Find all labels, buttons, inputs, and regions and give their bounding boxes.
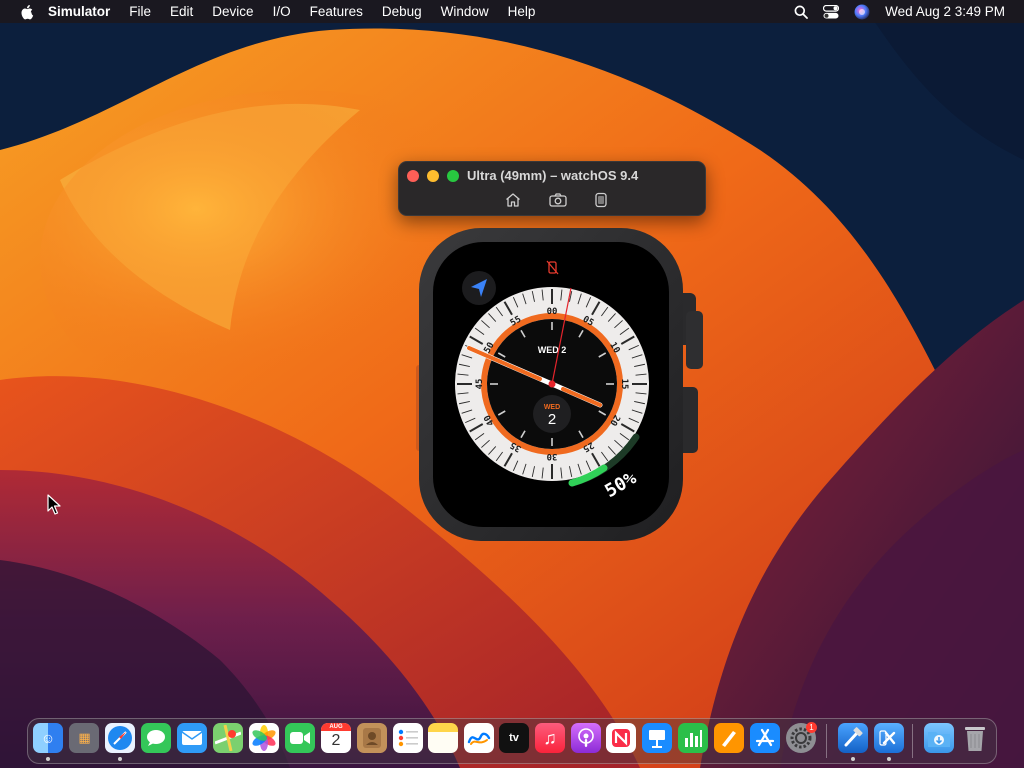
calendar-day-label: 2 (331, 732, 341, 749)
contacts-icon (363, 728, 381, 748)
dock-running-indicator (118, 757, 122, 761)
menu-help[interactable]: Help (508, 4, 536, 19)
dock-running-indicator (851, 757, 855, 761)
dock-maps[interactable] (213, 723, 243, 753)
dock-xcode[interactable] (838, 723, 868, 753)
freeform-icon (467, 732, 491, 745)
dock-numbers[interactable] (678, 723, 708, 753)
screenshot-icon[interactable] (549, 192, 567, 208)
dock-separator (912, 724, 913, 758)
dock-safari[interactable] (105, 723, 135, 753)
pages-icon (722, 731, 736, 747)
apple-icon[interactable] (19, 4, 34, 20)
bezel-number: 15 (619, 379, 629, 390)
dock-facetime[interactable] (285, 723, 315, 753)
siri-icon[interactable] (854, 4, 870, 20)
date-complication[interactable]: WED 2 (533, 395, 571, 433)
keynote-icon (649, 730, 665, 748)
facetime-icon (290, 732, 310, 744)
launchpad-icon: ▦ (78, 730, 90, 745)
simulator-window-toolbar[interactable]: Ultra (49mm) – watchOS 9.4 (398, 161, 706, 216)
music-icon: ♫ (543, 727, 557, 748)
dock-podcasts[interactable] (571, 723, 601, 753)
tv-icon: tv (509, 732, 519, 744)
window-zoom-button[interactable] (447, 170, 459, 182)
dock-downloads[interactable] (924, 723, 954, 753)
dock-finder[interactable]: ☺ (33, 723, 63, 753)
dock-launchpad[interactable]: ▦ (69, 723, 99, 753)
home-icon[interactable] (504, 192, 522, 208)
calendar-month-label: AUG (321, 723, 351, 731)
menu-edit[interactable]: Edit (170, 4, 193, 19)
safari-icon (108, 726, 132, 750)
window-minimize-button[interactable] (427, 170, 439, 182)
bezel-number: 30 (547, 451, 558, 461)
hand-pivot (548, 380, 556, 388)
numbers-icon (685, 730, 702, 747)
downloads-folder-icon (928, 732, 950, 747)
menu-device[interactable]: Device (212, 4, 253, 19)
dock-simulator[interactable] (874, 723, 904, 753)
control-center-icon[interactable] (823, 4, 840, 19)
rotate-icon[interactable] (592, 192, 610, 208)
dock-running-indicator (46, 757, 50, 761)
date-complication-number: 2 (548, 411, 556, 428)
window-close-button[interactable] (407, 170, 419, 182)
maps-icon (215, 725, 241, 751)
simulator-icon (879, 730, 896, 746)
reminders-icon (398, 729, 418, 747)
dock-separator (826, 724, 827, 758)
menu-features[interactable]: Features (310, 4, 363, 19)
location-complication[interactable] (462, 271, 496, 305)
dock-contacts[interactable] (357, 723, 387, 753)
spotlight-search-icon[interactable] (794, 5, 809, 19)
menu-file[interactable]: File (129, 4, 151, 19)
apple-watch-ultra: 000510152025303540455055 WED 2 WED 2 50% (416, 228, 703, 541)
bezel-number: 00 (547, 307, 558, 317)
date-complication-day: WED (544, 404, 560, 411)
dock-keynote[interactable] (642, 723, 672, 753)
messages-icon (147, 730, 165, 746)
dock-photos[interactable] (249, 723, 279, 753)
mail-icon (181, 731, 203, 745)
menu-clock[interactable]: Wed Aug 2 3:49 PM (885, 4, 1005, 19)
dock-notes[interactable] (428, 723, 458, 753)
news-icon (612, 729, 630, 747)
simulator-window-title: Ultra (49mm) – watchOS 9.4 (467, 168, 639, 183)
menu-io[interactable]: I/O (273, 4, 291, 19)
settings-notification-badge: 1 (806, 722, 817, 733)
dock-messages[interactable] (141, 723, 171, 753)
dock-mail[interactable] (177, 723, 207, 753)
podcasts-icon (578, 728, 594, 747)
dock-calendar[interactable]: AUG 2 (321, 723, 351, 753)
menu-app-name[interactable]: Simulator (48, 4, 110, 19)
dock-app-store[interactable] (750, 723, 780, 753)
dock-running-indicator (887, 757, 891, 761)
dock-tv[interactable]: tv (499, 723, 529, 753)
dock-trash[interactable] (960, 723, 990, 753)
mouse-cursor (47, 494, 61, 515)
app-store-icon (755, 728, 775, 747)
menu-debug[interactable]: Debug (382, 4, 422, 19)
photos-icon (252, 725, 276, 751)
menu-window[interactable]: Window (441, 4, 489, 19)
date-label: WED 2 (538, 345, 567, 355)
menu-bar: Simulator File Edit Device I/O Features … (0, 0, 1024, 23)
bezel-number: 45 (475, 379, 485, 390)
finder-icon: ☺ (40, 730, 56, 746)
hammer-icon (844, 727, 863, 747)
dock-freeform[interactable] (464, 723, 494, 753)
trash-icon (965, 727, 985, 751)
dock-music[interactable]: ♫ (535, 723, 565, 753)
dock-news[interactable] (606, 723, 636, 753)
dock-reminders[interactable] (393, 723, 423, 753)
dock-pages[interactable] (714, 723, 744, 753)
digital-crown[interactable] (686, 311, 703, 369)
